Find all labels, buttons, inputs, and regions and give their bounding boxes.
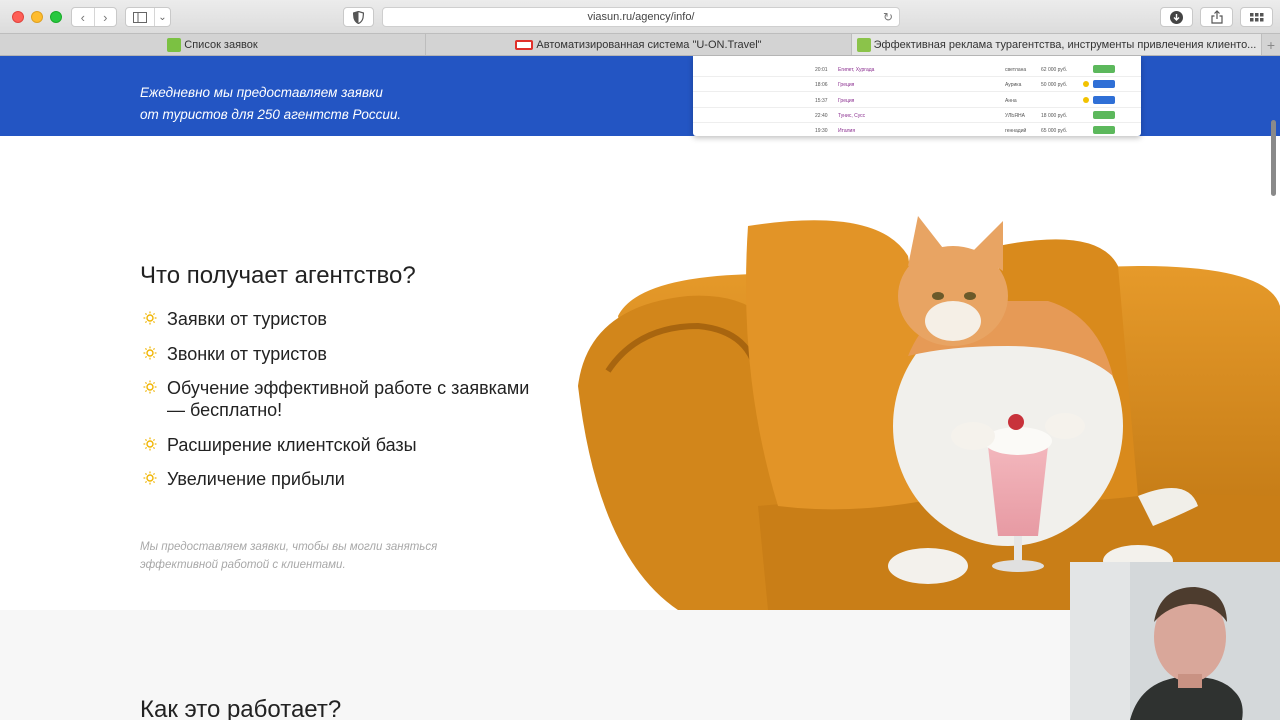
mini-cell-time: 19:30 bbox=[815, 128, 828, 134]
benefit-item: Обучение эффективной работе с заявками —… bbox=[140, 377, 540, 421]
tab-overview-button[interactable] bbox=[1240, 7, 1273, 27]
mini-cell-dest: Греция bbox=[838, 98, 855, 104]
mini-table-row: 22:40 Тунис, Сусс УЛЬЯНА 18 000 руб. bbox=[693, 108, 1141, 123]
green-square-icon bbox=[167, 37, 182, 52]
sun-icon bbox=[143, 311, 157, 325]
mini-table-row: 15:37 Греция Анна bbox=[693, 93, 1141, 108]
section-caption: Мы предоставляем заявки, чтобы вы могли … bbox=[140, 538, 480, 574]
status-dot bbox=[1083, 81, 1089, 87]
banner-line-2: от туристов для 250 агентств России. bbox=[140, 107, 402, 122]
sun-icon bbox=[143, 380, 157, 394]
mini-cell-name: УЛЬЯНА bbox=[1005, 113, 1025, 119]
tab-label: Список заявок bbox=[184, 38, 258, 51]
mini-table-row: 20:01 Египет, Хургада светлана 62 000 руб. bbox=[693, 62, 1141, 77]
benefit-item: Звонки от туристов bbox=[140, 343, 540, 365]
close-window-button[interactable] bbox=[12, 11, 24, 23]
sun-icon bbox=[143, 471, 157, 485]
share-button[interactable] bbox=[1200, 7, 1233, 27]
how-it-works-title: Как это работает? bbox=[140, 696, 342, 720]
tab-label: Автоматизированная система "U-ON.Travel" bbox=[536, 38, 762, 51]
benefit-label: Увеличение прибыли bbox=[167, 469, 345, 489]
mini-cell-dest: Италия bbox=[838, 128, 856, 134]
benefit-label: Расширение клиентской базы bbox=[167, 434, 417, 455]
benefit-item: Заявки от туристов bbox=[140, 308, 540, 330]
status-badge bbox=[1093, 80, 1115, 88]
status-badge bbox=[1093, 65, 1115, 73]
grid-icon bbox=[1249, 12, 1263, 21]
mini-cell-dest: Греция bbox=[838, 82, 855, 88]
shield-icon bbox=[353, 10, 364, 24]
benefit-label: Звонки от туристов bbox=[167, 343, 327, 364]
presenter-video bbox=[1070, 562, 1280, 720]
tab-requests-list[interactable]: Список заявок bbox=[0, 34, 426, 55]
benefits-list: Заявки от туристов Звонки от туристов Об… bbox=[140, 308, 540, 503]
status-badge bbox=[1093, 111, 1115, 119]
privacy-shield-button[interactable] bbox=[343, 7, 374, 27]
reload-icon[interactable]: ↻ bbox=[883, 10, 893, 24]
status-badge bbox=[1093, 126, 1115, 134]
palm-icon bbox=[856, 37, 871, 52]
forward-button[interactable]: › bbox=[93, 8, 117, 26]
new-tab-button[interactable]: + bbox=[1262, 34, 1280, 55]
status-dot bbox=[1083, 97, 1089, 103]
chevron-down-icon[interactable]: ⌄ bbox=[155, 8, 170, 26]
caption-line-1: Мы предоставляем заявки, чтобы вы могли … bbox=[140, 541, 438, 553]
navigation-buttons: ‹ › bbox=[71, 7, 117, 27]
scrollbar-thumb[interactable] bbox=[1271, 120, 1276, 196]
benefit-item: Расширение клиентской базы bbox=[140, 434, 540, 456]
mini-cell-dest: Египет, Хургада bbox=[838, 67, 875, 73]
mini-table-row: 19:30 Италия геннадий 65 000 руб. bbox=[693, 123, 1141, 136]
mini-cell-name: геннадий bbox=[1005, 128, 1027, 134]
page-viewport: Ежедневно мы предоставляем заявки от тур… bbox=[0, 56, 1280, 720]
mini-cell-price: 18 000 руб. bbox=[1041, 113, 1068, 119]
banner-text: Ежедневно мы предоставляем заявки от тур… bbox=[140, 82, 440, 126]
banner-line-1: Ежедневно мы предоставляем заявки bbox=[140, 85, 383, 100]
mini-cell-dest: Тунис, Сусс bbox=[838, 113, 866, 119]
tab-uon-travel[interactable]: Автоматизированная система "U-ON.Travel" bbox=[426, 34, 852, 55]
section-title: Что получает агентство? bbox=[140, 262, 416, 289]
share-icon bbox=[1210, 10, 1223, 24]
caption-line-2: эффективной работой с клиентами. bbox=[140, 559, 346, 571]
minimize-window-button[interactable] bbox=[31, 11, 43, 23]
mini-cell-price: 65 000 руб. bbox=[1041, 128, 1068, 134]
requests-table-screenshot: 20:01 Египет, Хургада светлана 62 000 руб. 1… bbox=[693, 56, 1141, 136]
mini-cell-time: 20:01 bbox=[815, 67, 828, 73]
mini-cell-price: 62 000 руб. bbox=[1041, 67, 1068, 73]
zoom-window-button[interactable] bbox=[50, 11, 62, 23]
download-icon bbox=[1170, 10, 1183, 24]
downloads-button[interactable] bbox=[1160, 7, 1193, 27]
tab-label: Эффективная реклама турагентства, инстру… bbox=[873, 38, 1257, 51]
back-button[interactable]: ‹ bbox=[72, 8, 94, 26]
status-badge bbox=[1093, 96, 1115, 104]
agency-banner: Ежедневно мы предоставляем заявки от тур… bbox=[0, 56, 1280, 136]
mini-cell-time: 15:37 bbox=[815, 98, 828, 104]
mini-table-row: 18:06 Греция Аурика 50 000 руб. bbox=[693, 77, 1141, 92]
cat-on-sofa-illustration bbox=[578, 216, 1280, 610]
tab-bar: Список заявок Автоматизированная система… bbox=[0, 33, 1280, 56]
address-bar[interactable]: viasun.ru/agency/info/ ↻ bbox=[382, 7, 900, 27]
webcam-overlay bbox=[1070, 562, 1280, 720]
uon-red-icon bbox=[515, 39, 534, 50]
benefit-label: Обучение эффективной работе с заявками —… bbox=[167, 378, 530, 420]
mini-cell-name: Анна bbox=[1005, 98, 1017, 104]
tab-effective-advertising[interactable]: Эффективная реклама турагентства, инстру… bbox=[852, 34, 1262, 55]
sun-icon bbox=[143, 436, 157, 451]
sun-icon bbox=[143, 345, 157, 360]
sidebar-icon[interactable] bbox=[126, 8, 155, 26]
mini-cell-name: Аурика bbox=[1005, 82, 1022, 88]
sidebar-toggle[interactable]: ⌄ bbox=[125, 7, 171, 27]
url-text[interactable]: viasun.ru/agency/info/ bbox=[383, 11, 899, 23]
benefit-item: Увеличение прибыли bbox=[140, 468, 540, 490]
benefit-label: Заявки от туристов bbox=[167, 309, 327, 329]
browser-toolbar: ‹ › ⌄ viasun.ru/agency/info/ ↻ bbox=[0, 0, 1280, 33]
mini-cell-name: светлана bbox=[1005, 67, 1027, 73]
mini-cell-time: 18:06 bbox=[815, 82, 828, 88]
mini-cell-price: 50 000 руб. bbox=[1041, 82, 1068, 88]
mini-cell-time: 22:40 bbox=[815, 113, 828, 119]
